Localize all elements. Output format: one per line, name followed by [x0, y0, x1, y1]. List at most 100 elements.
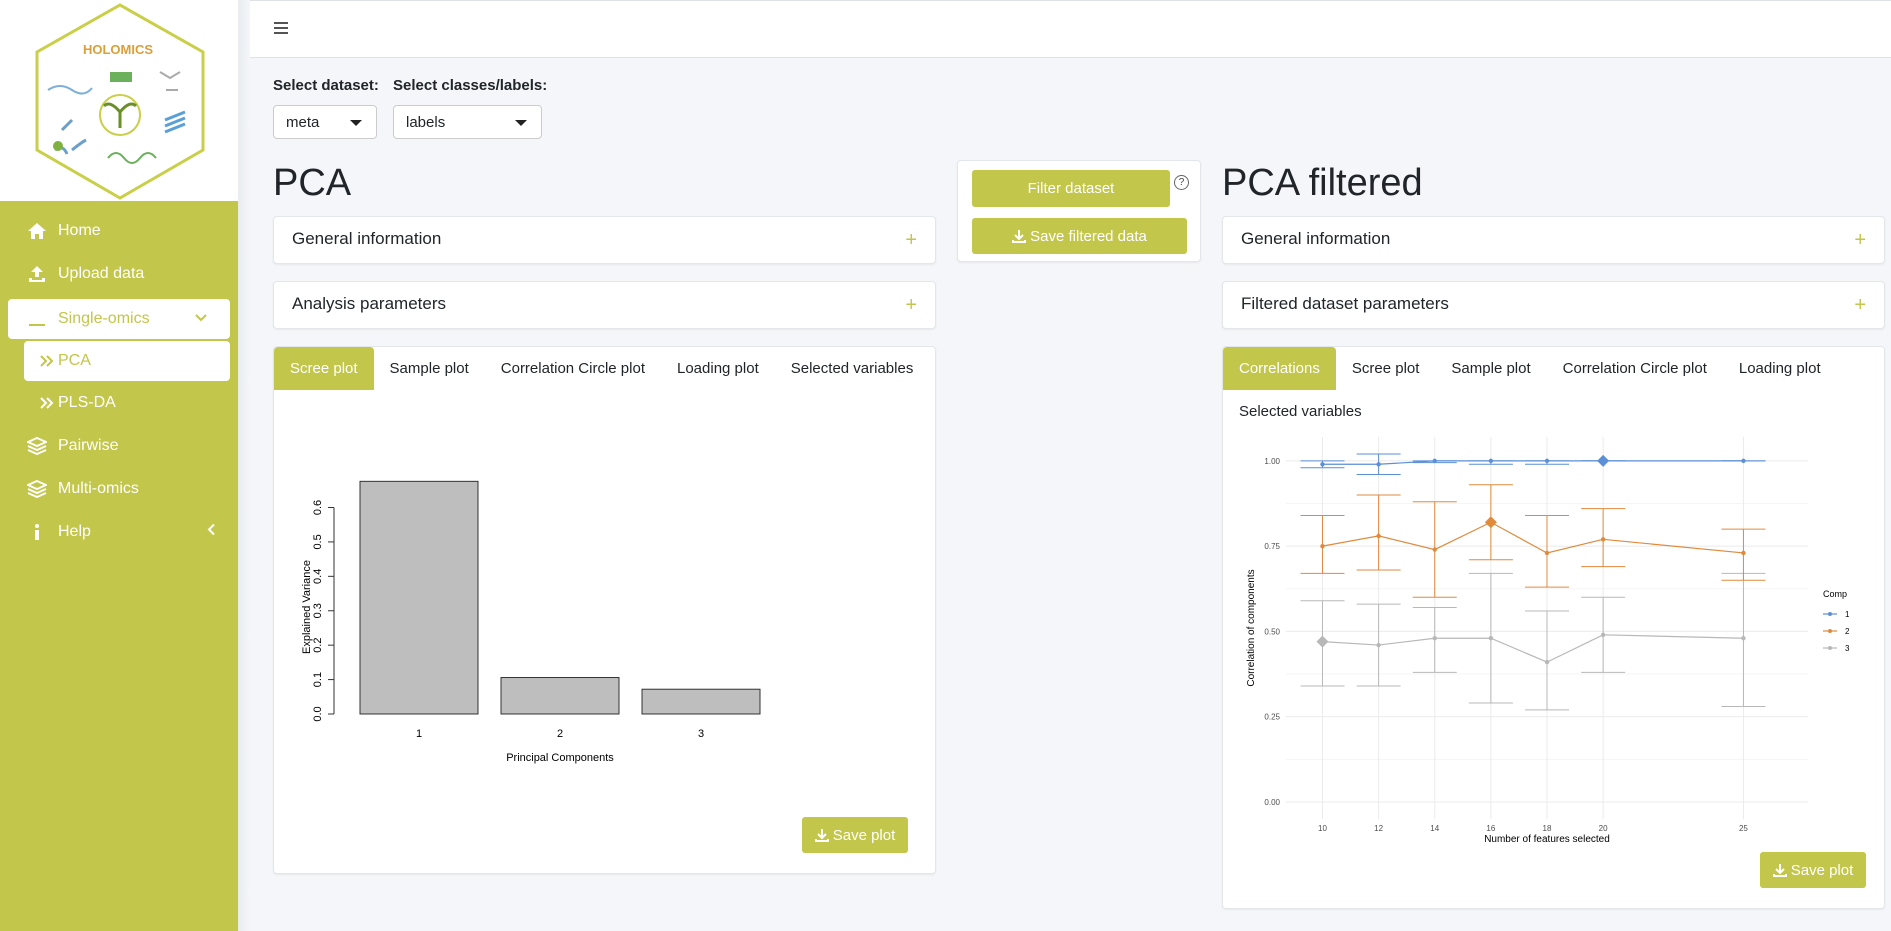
save-plot-button[interactable]: Save plot [802, 817, 908, 853]
y-tick-label: 0.75 [1264, 542, 1280, 551]
help-icon[interactable]: ? [1174, 175, 1189, 190]
home-icon [26, 220, 48, 242]
sidebar-item-label: Home [58, 221, 101, 239]
scree-plot-chart: 0.0 0.1 0.2 0.3 0.4 0.5 0.6 1 2 3 Principal Compon… [301, 480, 761, 764]
sidebar-item-multi-omics[interactable]: Multi-omics [0, 467, 238, 510]
minus-icon [26, 308, 48, 330]
data-point [1432, 458, 1437, 464]
pca-title: PCA [273, 162, 352, 204]
bar [500, 677, 620, 715]
layers-icon [26, 435, 48, 457]
dataset-select[interactable]: meta [273, 105, 377, 139]
data-point [1488, 636, 1494, 641]
sidebar-item-label: Upload data [58, 264, 145, 282]
download-icon [814, 828, 829, 842]
right-plot-card: Correlations Scree plot Sample plot Corr… [1222, 346, 1885, 909]
left-plot-card: Scree plot Sample plot Correlation Circl… [273, 346, 936, 874]
hamburger-icon[interactable] [274, 19, 290, 40]
tab-scree-plot[interactable]: Scree plot [274, 347, 374, 390]
selected-variables-subtitle: Selected variables [1239, 403, 1362, 420]
plus-icon: + [905, 294, 917, 316]
data-point [1544, 550, 1550, 556]
save-plot-label: Save plot [1790, 861, 1854, 879]
dataset-label: Select dataset: [273, 77, 379, 94]
sidebar-item-pca[interactable]: PCA [24, 341, 230, 381]
plus-icon: + [1854, 229, 1866, 251]
tab-scree-plot[interactable]: Scree plot [1336, 347, 1436, 390]
tab-correlation-circle-plot[interactable]: Correlation Circle plot [1547, 347, 1723, 390]
sidebar-item-label: PLS-DA [58, 393, 116, 411]
accordion-label: General information [1241, 229, 1391, 248]
x-axis-label: Principal Components [506, 752, 614, 764]
save-filtered-data-button[interactable]: Save filtered data [972, 218, 1187, 254]
legend-label: 1 [1845, 610, 1850, 619]
layers-icon [26, 478, 48, 500]
data-point [1544, 659, 1550, 665]
sidebar-shadow [238, 0, 250, 931]
sidebar-item-plsda[interactable]: PLS-DA [0, 381, 238, 424]
data-point [1432, 636, 1437, 641]
data-point [1376, 642, 1381, 648]
legend-marker [1828, 629, 1832, 633]
chevron-left-icon [206, 522, 216, 541]
chevron-down-icon [194, 310, 208, 328]
y-tick-label: 0.4 [312, 569, 324, 584]
x-tick-label: 16 [1486, 824, 1495, 833]
save-filtered-label: Save filtered data [1030, 227, 1147, 245]
tab-loading-plot[interactable]: Loading plot [661, 347, 775, 390]
tab-sample-plot[interactable]: Sample plot [374, 347, 485, 390]
x-tick-label: 25 [1739, 824, 1748, 833]
caret-down-icon [350, 120, 362, 126]
save-plot-button[interactable]: Save plot [1760, 852, 1866, 888]
x-axis-label: Number of features selected [1484, 834, 1610, 845]
caret-down-icon [515, 120, 527, 126]
legend-marker [1828, 646, 1832, 650]
correlations-chart: 0.000.250.500.751.0010 12 14 16 18 20 25Number… [1246, 437, 1850, 845]
sidebar-item-upload[interactable]: Upload data [0, 252, 238, 295]
tab-selected-variables[interactable]: Selected variables [775, 347, 930, 390]
sidebar-item-home[interactable]: Home [0, 209, 238, 252]
tab-loading-plot[interactable]: Loading plot [1723, 347, 1837, 390]
filter-dataset-button[interactable]: Filter dataset [972, 170, 1170, 207]
logo-text: HOLOMICS [83, 42, 153, 57]
filtered-dataset-parameters-accordion[interactable]: Filtered dataset parameters + [1222, 281, 1885, 329]
x-tick-label: 10 [1318, 824, 1327, 833]
y-tick-label: 0.1 [312, 672, 324, 687]
download-icon [1772, 863, 1787, 877]
data-point [1544, 458, 1550, 464]
data-point [1432, 547, 1437, 552]
tab-correlations[interactable]: Correlations [1223, 347, 1336, 390]
bar [641, 688, 761, 715]
y-tick-label: 0.0 [312, 706, 324, 721]
double-chevron-icon [40, 392, 54, 414]
tab-sample-plot[interactable]: Sample plot [1435, 347, 1546, 390]
tab-correlation-circle-plot[interactable]: Correlation Circle plot [485, 347, 661, 390]
legend-label: 2 [1845, 627, 1850, 636]
x-tick-label: 12 [1374, 824, 1383, 833]
double-chevron-icon [40, 350, 54, 372]
plus-icon: + [1854, 294, 1866, 316]
sidebar-item-label: Pairwise [58, 436, 119, 454]
download-icon [1012, 229, 1027, 243]
sidebar-item-single-omics[interactable]: Single-omics [8, 299, 230, 339]
left-plot-tabs: Scree plot Sample plot Correlation Circl… [274, 347, 935, 390]
legend-marker [1828, 612, 1832, 616]
y-tick-label: 0.3 [312, 603, 324, 618]
right-plot-tabs: Correlations Scree plot Sample plot Corr… [1223, 347, 1884, 390]
x-tick-label: 3 [698, 728, 704, 740]
classes-select-value: labels [406, 114, 446, 131]
classes-select[interactable]: labels [393, 105, 542, 139]
general-information-accordion[interactable]: General information + [1222, 216, 1885, 264]
bar [359, 480, 479, 715]
accordion-label: Analysis parameters [292, 294, 447, 313]
analysis-parameters-accordion[interactable]: Analysis parameters + [273, 281, 936, 329]
y-tick-label: 0.50 [1264, 627, 1280, 636]
general-information-accordion[interactable]: General information + [273, 216, 936, 264]
save-plot-label: Save plot [832, 826, 896, 844]
upload-icon [26, 263, 48, 285]
filter-card: Filter dataset ? Save filtered data [957, 160, 1201, 262]
data-point [1376, 462, 1381, 467]
sidebar-item-pairwise[interactable]: Pairwise [0, 424, 238, 467]
sidebar-item-help[interactable]: Help [0, 510, 238, 553]
accordion-label: General information [292, 229, 442, 248]
